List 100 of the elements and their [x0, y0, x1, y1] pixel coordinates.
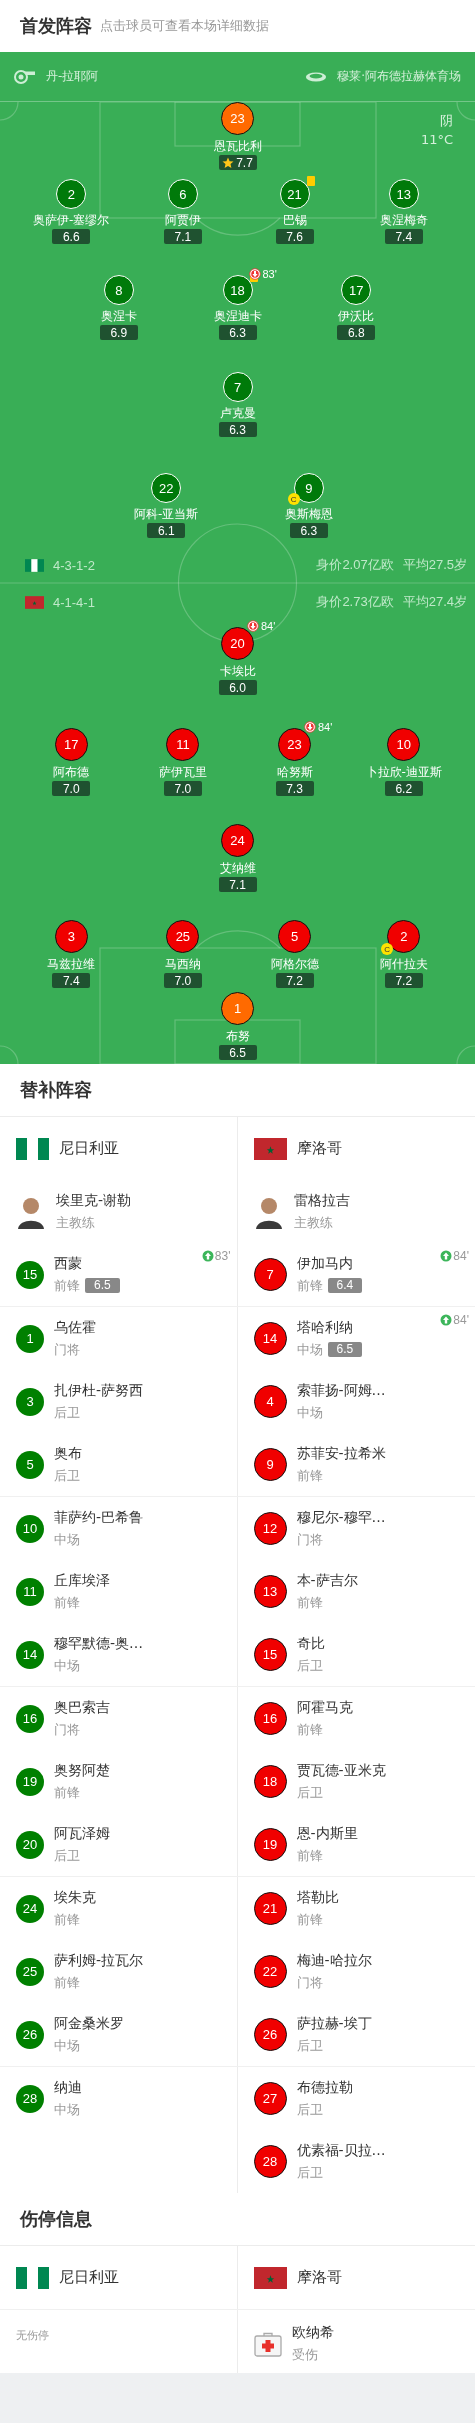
shirt-number[interactable]: 11	[166, 728, 200, 761]
flag-icon	[253, 1137, 287, 1160]
player-name[interactable]: 奥萨伊-塞缪尔	[33, 213, 110, 227]
player-name[interactable]: 奥努阿楚	[54, 1761, 110, 1780]
coach-name[interactable]: 埃里克-谢勒	[56, 1191, 132, 1210]
player-name[interactable]: 奥涅迪卡	[213, 309, 262, 323]
player-name[interactable]: 乌佐霍	[54, 1318, 96, 1337]
shirt-number[interactable]: 18	[222, 275, 253, 305]
player-name[interactable]: 优素福-贝拉…	[296, 2141, 386, 2160]
player-name[interactable]: 本-萨吉尔	[296, 1571, 358, 1590]
player-name[interactable]: 阿贾伊	[164, 213, 201, 227]
player-position: 门将	[54, 1340, 80, 1359]
player-name[interactable]: 纳迪	[54, 2078, 82, 2097]
team-name[interactable]: 尼日利亚	[59, 2268, 119, 2287]
player-name[interactable]: 奥涅梅奇	[379, 213, 428, 227]
player-name[interactable]: 阿格尔德	[270, 957, 319, 971]
player-name[interactable]: 阿瓦泽姆	[54, 1824, 110, 1843]
player-name[interactable]: 伊沃比	[338, 309, 375, 323]
sub-in-minute: 83'	[214, 1249, 231, 1263]
team-name[interactable]: 摩洛哥	[296, 1139, 342, 1158]
shirt-number[interactable]: 1	[221, 992, 254, 1025]
player-position: 中场	[54, 1656, 80, 1675]
player-name[interactable]: 恩瓦比利	[213, 139, 262, 153]
player-name[interactable]: 巴锡	[282, 213, 307, 227]
sub-out-icon	[248, 268, 261, 280]
team-value: 身价2.73亿欧	[316, 593, 394, 611]
shirt-number[interactable]: 5	[278, 920, 311, 953]
stadium-icon	[305, 70, 328, 83]
player-name[interactable]: 艾纳维	[219, 861, 256, 875]
player-name[interactable]: 布德拉勒	[296, 2078, 353, 2097]
player-name[interactable]: 哈努斯	[276, 765, 313, 779]
player-position: 门将	[296, 1530, 323, 1549]
shirt-number[interactable]: 6	[167, 179, 198, 209]
player-name[interactable]: 奥布	[54, 1444, 82, 1463]
player-name[interactable]: 贾瓦德-亚米克	[296, 1761, 386, 1780]
player-name[interactable]: 伊加马内	[296, 1254, 363, 1273]
player-name[interactable]: 卜拉欣-迪亚斯	[365, 765, 442, 779]
player-position: 后卫	[296, 1783, 323, 1802]
player-name[interactable]: 穆罕默德-奥…	[54, 1634, 144, 1653]
player-name[interactable]: 塔哈利纳	[296, 1318, 363, 1337]
shirt-number[interactable]: 10	[387, 728, 421, 761]
shirt-number[interactable]: 25	[166, 920, 200, 953]
player-name[interactable]: 卢克曼	[219, 406, 256, 420]
shirt-number[interactable]: 17	[54, 728, 88, 761]
shirt-number[interactable]: 23	[221, 102, 254, 135]
player-name[interactable]: 恩-内斯里	[296, 1824, 358, 1843]
player-name[interactable]: 塔勒比	[296, 1888, 339, 1907]
shirt-number[interactable]: 24	[221, 824, 254, 857]
player-name[interactable]: 马西纳	[164, 957, 201, 971]
player-name[interactable]: 萨利姆-拉瓦尔	[54, 1951, 144, 1970]
coach-name[interactable]: 雷格拉吉	[293, 1191, 350, 1210]
player-name[interactable]: 欧纳希	[291, 2324, 334, 2342]
sub-out-minute: 84'	[318, 721, 333, 733]
player-name[interactable]: 奥涅卡	[100, 309, 137, 323]
player-position: 前锋	[54, 1783, 80, 1802]
player-name[interactable]: 丘库埃泽	[54, 1571, 110, 1590]
sub-out-icon	[304, 721, 316, 733]
player-name[interactable]: 穆尼尔-穆罕…	[296, 1508, 386, 1527]
shirt-number[interactable]: 8	[103, 275, 134, 305]
shirt-number[interactable]: 2	[56, 179, 87, 209]
shirt-number[interactable]: 21	[279, 179, 310, 209]
player-name[interactable]: 卡埃比	[219, 664, 256, 678]
player-name[interactable]: 布努	[225, 1029, 250, 1043]
player-name[interactable]: 奥巴索吉	[54, 1698, 110, 1717]
player-name[interactable]: 阿霍马克	[296, 1698, 353, 1717]
shirt-number: 14	[253, 1322, 287, 1355]
team-name[interactable]: 摩洛哥	[296, 2268, 342, 2287]
player-name[interactable]: 萨拉赫-埃丁	[296, 2014, 372, 2033]
sub-out-icon	[247, 620, 259, 632]
shirt-number[interactable]: 13	[388, 179, 419, 209]
player-name[interactable]: 梅迪-哈拉尔	[296, 1951, 372, 1970]
player-name[interactable]: 扎伊杜-萨努西	[54, 1381, 144, 1400]
team-average-age: 平均27.5岁	[402, 556, 467, 574]
shirt-number[interactable]: 3	[54, 920, 88, 953]
player-name[interactable]: 阿金桑米罗	[54, 2014, 124, 2033]
player-rating: 6.6	[52, 229, 91, 244]
player-name[interactable]: 奇比	[296, 1634, 325, 1653]
player-name[interactable]: 阿布德	[53, 765, 90, 779]
star-icon	[222, 156, 235, 169]
shirt-number[interactable]: 7	[222, 372, 253, 402]
shirt-number[interactable]: 20	[221, 627, 254, 660]
player-name[interactable]: 菲萨约-巴希鲁	[54, 1508, 144, 1527]
player-name[interactable]: 阿什拉夫	[379, 957, 428, 971]
team-name[interactable]: 尼日利亚	[59, 1139, 119, 1158]
player-position: 后卫	[54, 1466, 80, 1485]
shirt-number[interactable]: 22	[151, 473, 182, 503]
shirt-number[interactable]: 23	[278, 728, 311, 761]
shirt-number: 26	[253, 2018, 287, 2051]
player-name[interactable]: 奥斯梅恩	[284, 507, 333, 521]
player-name[interactable]: 索菲扬-阿姆…	[296, 1381, 386, 1400]
player-name[interactable]: 马兹拉维	[47, 957, 96, 971]
player-name[interactable]: 萨伊瓦里	[158, 765, 207, 779]
player-name[interactable]: 苏菲安-拉希米	[296, 1444, 386, 1463]
player-rating: 6.5	[85, 1278, 120, 1293]
weather-text: 阴	[440, 112, 453, 130]
shirt-number[interactable]: 17	[341, 275, 372, 305]
player-name[interactable]: 阿科-亚当斯	[134, 507, 199, 521]
player-name[interactable]: 埃朱克	[54, 1888, 96, 1907]
player-name[interactable]: 西蒙	[54, 1254, 120, 1273]
flag-icon	[16, 1137, 49, 1160]
